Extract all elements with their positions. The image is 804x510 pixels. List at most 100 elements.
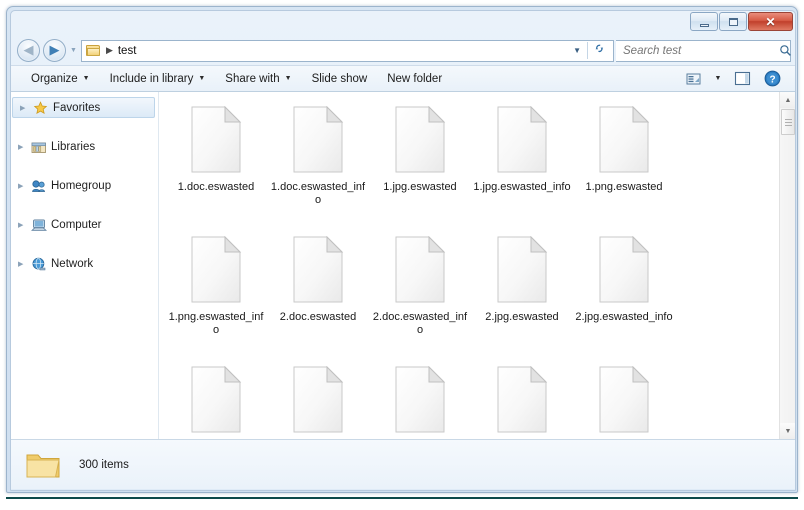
toolbar-slide-show-label: Slide show <box>311 72 368 85</box>
search-box[interactable] <box>616 39 792 62</box>
star-icon <box>33 100 49 115</box>
preview-pane-icon[interactable] <box>729 68 755 89</box>
computer-icon <box>31 218 47 232</box>
sidebar-item-libraries[interactable]: ▶ Libraries <box>11 137 158 157</box>
forward-arrow-icon: ▶ <box>49 43 60 58</box>
sidebar-item-label: Favorites <box>53 101 101 114</box>
blank-document-icon <box>598 106 650 174</box>
blank-document-icon <box>598 366 650 434</box>
back-arrow-icon: ◀ <box>23 43 34 58</box>
search-input[interactable] <box>623 44 779 57</box>
sidebar-item-computer[interactable]: ▶ Computer <box>11 215 158 235</box>
file-name-label: 1.jpg.eswasted_info <box>473 181 571 193</box>
sidebar-item-homegroup[interactable]: ▶ Homegroup <box>11 176 158 196</box>
homegroup-icon <box>31 179 47 193</box>
file-name-label: 2.jpg.eswasted_info <box>575 311 673 323</box>
file-tile[interactable]: 2.jpg.eswasted <box>471 230 573 360</box>
maximize-button[interactable] <box>719 12 747 31</box>
chevron-down-icon: ▼ <box>82 75 90 82</box>
window-controls: ✕ <box>690 12 793 31</box>
toolbar-share-with-label: Share with <box>225 72 280 85</box>
below-window-strip <box>0 497 804 510</box>
toolbar-new-folder-button[interactable]: New folder <box>377 69 452 89</box>
scroll-up-arrow-icon[interactable]: ▲ <box>780 92 795 108</box>
blank-document-icon <box>190 366 242 434</box>
blank-document-icon <box>394 106 446 174</box>
navigation-pane: ▶ Favorites ▶ Libraries ▶ Homegroup ▶ Co… <box>11 92 159 439</box>
blank-document-icon <box>190 106 242 174</box>
scrollbar-thumb[interactable] <box>781 109 795 135</box>
address-bar[interactable]: ▶ test ▼ <box>80 39 614 62</box>
toolbar-organize-label: Organize <box>31 72 78 85</box>
file-name-label: 1.png.eswasted <box>585 181 663 193</box>
file-tile[interactable]: 1.doc.eswasted <box>165 100 267 230</box>
file-tile[interactable]: 3.doc.eswasted_info <box>471 360 573 439</box>
minimize-button[interactable] <box>690 12 718 31</box>
search-icon[interactable] <box>779 44 792 57</box>
chevron-right-icon[interactable]: ▶ <box>20 104 29 112</box>
title-bar[interactable]: ✕ <box>11 11 795 36</box>
file-tile[interactable]: 3.jpg.eswasted <box>573 360 675 439</box>
sidebar-item-label: Network <box>51 258 94 270</box>
explorer-window: ✕ ◀ ▶ ▼ ▶ test ▼ Search test Organize ▼ … <box>6 6 798 493</box>
sidebar-item-favorites[interactable]: ▶ Favorites <box>12 97 155 118</box>
file-tile[interactable]: 2.doc.eswasted <box>267 230 369 360</box>
close-button[interactable]: ✕ <box>748 12 793 31</box>
libraries-icon <box>31 140 47 154</box>
back-button[interactable]: ◀ <box>17 39 40 62</box>
status-item-count: 300 items <box>79 458 129 471</box>
sidebar-item-label: Homegroup <box>51 180 112 192</box>
toolbar-new-folder-label: New folder <box>387 72 443 85</box>
file-tile[interactable]: 2.png.eswasted_info <box>267 360 369 439</box>
network-icon <box>31 257 47 271</box>
chevron-down-icon: ▼ <box>284 75 292 82</box>
help-icon[interactable]: ? <box>759 68 785 89</box>
maximize-icon <box>728 17 738 26</box>
breadcrumb-separator-icon: ▶ <box>105 45 113 55</box>
recent-pages-chevron-down-icon[interactable]: ▼ <box>69 47 78 54</box>
blank-document-icon <box>496 236 548 304</box>
chevron-right-icon[interactable]: ▶ <box>18 260 27 268</box>
forward-button[interactable]: ▶ <box>43 39 66 62</box>
file-list-pane[interactable]: 1.doc.eswasted 1.doc.eswasted_info 1.jpg… <box>159 92 795 439</box>
blank-document-icon <box>598 236 650 304</box>
breadcrumb-current-folder[interactable]: test <box>118 45 137 57</box>
blank-document-icon <box>496 366 548 434</box>
toolbar-include-in-library-button[interactable]: Include in library ▼ <box>100 69 216 89</box>
chevron-right-icon[interactable]: ▶ <box>18 221 27 229</box>
sidebar-item-network[interactable]: ▶ Network <box>11 254 158 274</box>
toolbar-slide-show-button[interactable]: Slide show <box>302 69 378 89</box>
file-name-label: 1.doc.eswasted <box>177 181 255 193</box>
file-tile[interactable]: 3.doc.eswasted <box>369 360 471 439</box>
status-bar: 300 items <box>11 439 795 489</box>
file-tile[interactable]: 1.png.eswasted_info <box>165 230 267 360</box>
toolbar-organize-button[interactable]: Organize ▼ <box>21 69 100 89</box>
file-name-label: 2.doc.eswasted <box>279 311 357 323</box>
file-name-label: 1.png.eswasted_info <box>168 311 264 336</box>
body-area: ▶ Favorites ▶ Libraries ▶ Homegroup ▶ Co… <box>11 92 795 439</box>
minimize-icon <box>699 23 709 27</box>
address-chevron-down-icon[interactable]: ▼ <box>569 46 587 55</box>
file-tile[interactable]: 2.doc.eswasted_info <box>369 230 471 360</box>
refresh-icon[interactable] <box>587 42 611 59</box>
file-tile[interactable]: 1.jpg.eswasted <box>369 100 471 230</box>
vertical-scrollbar[interactable]: ▲ ▼ <box>779 92 795 439</box>
scroll-down-arrow-icon[interactable]: ▼ <box>780 423 795 439</box>
toolbar: Organize ▼ Include in library ▼ Share wi… <box>11 65 795 92</box>
window-bottom-edge <box>6 497 798 499</box>
refresh-glyph <box>595 44 604 53</box>
window-inner: ✕ ◀ ▶ ▼ ▶ test ▼ Search test Organize ▼ … <box>10 10 796 491</box>
chevron-right-icon[interactable]: ▶ <box>18 182 27 190</box>
file-tile[interactable]: 2.png.eswasted <box>165 360 267 439</box>
file-tile[interactable]: 1.jpg.eswasted_info <box>471 100 573 230</box>
chevron-right-icon[interactable]: ▶ <box>18 143 27 151</box>
file-tile[interactable]: 1.png.eswasted <box>573 100 675 230</box>
view-chevron-down-icon[interactable]: ▼ <box>711 75 725 82</box>
blank-document-icon <box>292 366 344 434</box>
change-view-icon[interactable] <box>681 68 707 89</box>
blank-document-icon <box>394 236 446 304</box>
folder-icon <box>85 44 101 57</box>
file-tile[interactable]: 2.jpg.eswasted_info <box>573 230 675 360</box>
file-tile[interactable]: 1.doc.eswasted_info <box>267 100 369 230</box>
toolbar-share-with-button[interactable]: Share with ▼ <box>215 69 301 89</box>
